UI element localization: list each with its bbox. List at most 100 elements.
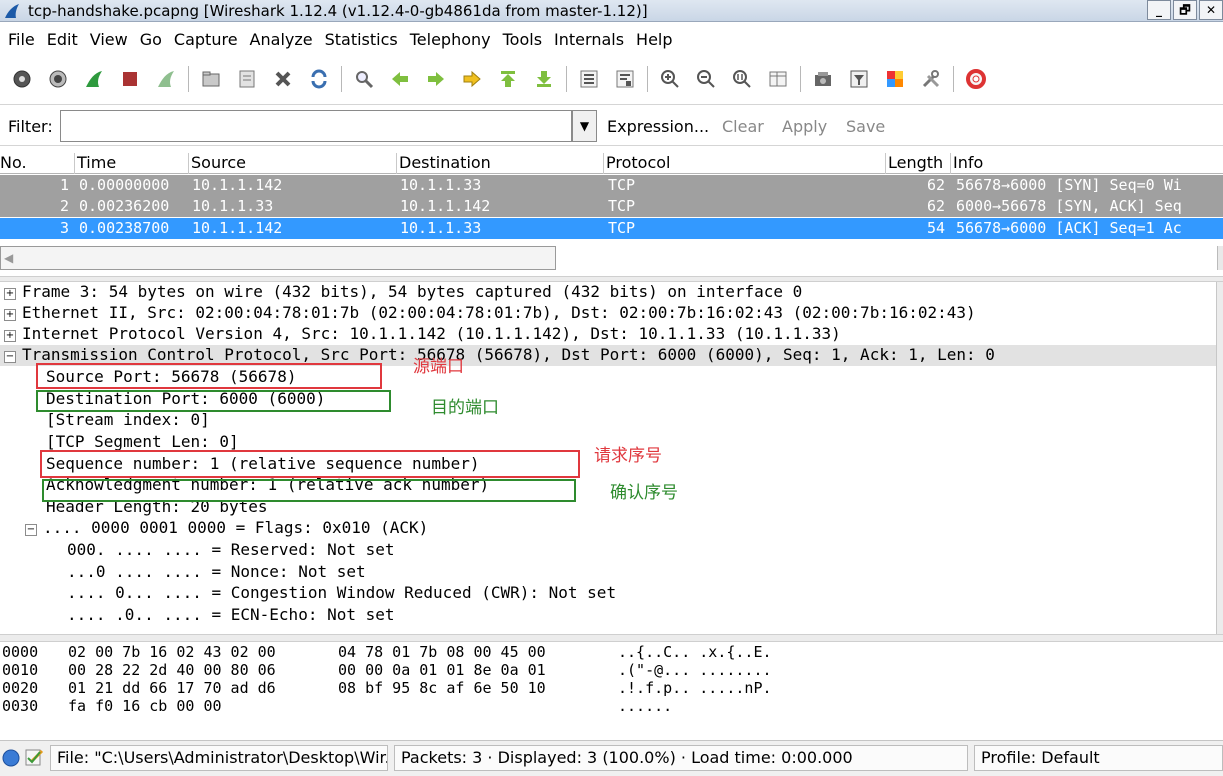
column-header-destination[interactable]: Destination — [396, 153, 491, 174]
column-header-source[interactable]: Source — [188, 153, 246, 174]
collapse-icon[interactable]: − — [4, 351, 16, 363]
cell-no: 2 — [60, 197, 70, 215]
menu-help[interactable]: Help — [636, 28, 672, 54]
open-file-icon[interactable] — [198, 66, 224, 92]
expand-icon[interactable]: + — [4, 288, 16, 300]
apply-button[interactable]: Apply — [782, 117, 827, 136]
menu-go[interactable]: Go — [140, 28, 162, 54]
cell-destination: 10.1.1.33 — [400, 176, 482, 194]
column-header-no[interactable]: No. — [0, 153, 27, 174]
wireshark-fin-icon — [5, 4, 19, 18]
tree-item-flags[interactable]: −.... 0000 0001 0000 = Flags: 0x010 (ACK… — [25, 518, 428, 539]
packet-row[interactable]: 2 0.00236200 10.1.1.33 10.1.1.142 TCP 62… — [0, 196, 1223, 217]
start-capture-icon[interactable] — [81, 66, 107, 92]
go-first-icon[interactable] — [495, 66, 521, 92]
go-last-icon[interactable] — [531, 66, 557, 92]
cell-length: 62 — [927, 197, 946, 215]
stop-capture-icon[interactable] — [117, 66, 143, 92]
reload-icon[interactable] — [306, 66, 332, 92]
packet-list-horizontal-scrollbar[interactable]: ◀ — [0, 246, 556, 270]
tree-item-label: Ethernet II, Src: 02:00:04:78:01:7b (02:… — [22, 303, 976, 322]
toolbar-separator — [800, 66, 801, 92]
toolbar-separator — [953, 66, 954, 92]
restart-capture-icon[interactable] — [153, 66, 179, 92]
menu-view[interactable]: View — [90, 28, 128, 54]
expert-info-icon[interactable] — [2, 749, 20, 767]
filter-input[interactable] — [60, 110, 572, 142]
bytes-hex: fa f0 16 cb 00 00 — [68, 697, 222, 715]
packet-row-selected[interactable]: 3 0.00238700 10.1.1.142 10.1.1.33 TCP 54… — [0, 218, 1223, 239]
filter-toolbar: Filter: ▼ Expression... Clear Apply Save — [0, 104, 1223, 146]
interface-list-icon[interactable] — [9, 66, 35, 92]
go-back-icon[interactable] — [387, 66, 413, 92]
resize-columns-icon[interactable] — [765, 66, 791, 92]
minimize-button[interactable]: _ — [1147, 0, 1171, 20]
cell-protocol: TCP — [608, 219, 636, 237]
close-file-icon[interactable] — [270, 66, 296, 92]
field-reserved[interactable]: 000. .... .... = Reserved: Not set — [67, 540, 395, 561]
column-header-time[interactable]: Time — [74, 153, 116, 174]
menu-telephony[interactable]: Telephony — [410, 28, 491, 54]
menu-analyze[interactable]: Analyze — [250, 28, 313, 54]
bytes-hex: 00 00 0a 01 01 8e 0a 01 — [338, 661, 546, 679]
restore-button[interactable]: 🗗 — [1173, 0, 1197, 20]
expression-button[interactable]: Expression... — [607, 117, 709, 136]
annotation-label-acknowledgment: 确认序号 — [610, 483, 678, 503]
capture-filters-icon[interactable] — [810, 66, 836, 92]
menu-tools[interactable]: Tools — [503, 28, 542, 54]
menu-statistics[interactable]: Statistics — [325, 28, 398, 54]
scroll-left-icon[interactable]: ◀ — [4, 251, 13, 265]
pane-splitter[interactable] — [0, 634, 1223, 642]
cell-time: 0.00238700 — [79, 219, 170, 237]
coloring-rules-icon[interactable] — [882, 66, 908, 92]
toolbar-separator — [647, 66, 648, 92]
display-filters-icon[interactable] — [846, 66, 872, 92]
packet-row[interactable]: 1 0.00000000 10.1.1.142 10.1.1.33 TCP 62… — [0, 175, 1223, 196]
tree-item-frame[interactable]: + Frame 3: 54 bytes on wire (432 bits), 5… — [4, 282, 802, 303]
field-stream-index[interactable]: [Stream index: 0] — [46, 410, 210, 431]
field-nonce[interactable]: ...0 .... .... = Nonce: Not set — [67, 562, 366, 583]
column-header-length[interactable]: Length — [885, 153, 943, 174]
help-icon[interactable] — [963, 66, 989, 92]
zoom-normal-icon[interactable] — [729, 66, 755, 92]
status-profile[interactable]: Profile: Default — [974, 745, 1223, 771]
clear-button[interactable]: Clear — [722, 117, 764, 136]
go-to-packet-icon[interactable] — [459, 66, 485, 92]
packet-list-header: No. Time Source Destination Protocol Len… — [0, 152, 1223, 174]
annotation-box-acknowledgment — [42, 479, 576, 502]
details-vertical-scrollbar[interactable] — [1216, 282, 1223, 634]
tree-item-ip[interactable]: + Internet Protocol Version 4, Src: 10.1.… — [4, 324, 841, 345]
tree-item-ethernet[interactable]: + Ethernet II, Src: 02:00:04:78:01:7b (02… — [4, 303, 976, 324]
close-button[interactable]: ✕ — [1199, 0, 1223, 20]
save-button[interactable]: Save — [846, 117, 885, 136]
expand-icon[interactable]: + — [4, 309, 16, 321]
menu-file[interactable]: File — [8, 28, 35, 54]
zoom-in-icon[interactable] — [657, 66, 683, 92]
bytes-ascii: .("-@... ........ — [618, 661, 772, 679]
zoom-out-icon[interactable] — [693, 66, 719, 92]
packet-list-vertical-scrollbar[interactable] — [1217, 246, 1223, 270]
column-header-protocol[interactable]: Protocol — [603, 153, 670, 174]
go-forward-icon[interactable] — [423, 66, 449, 92]
menu-internals[interactable]: Internals — [554, 28, 624, 54]
find-packet-icon[interactable] — [351, 66, 377, 92]
bytes-hex: 04 78 01 7b 08 00 45 00 — [338, 643, 546, 661]
menu-capture[interactable]: Capture — [174, 28, 238, 54]
field-cwr[interactable]: .... 0... .... = Congestion Window Reduc… — [67, 583, 616, 604]
capture-comment-icon[interactable] — [24, 747, 44, 767]
filter-dropdown-button[interactable]: ▼ — [572, 110, 597, 142]
capture-options-icon[interactable] — [45, 66, 71, 92]
menu-edit[interactable]: Edit — [47, 28, 78, 54]
collapse-icon[interactable]: − — [25, 524, 37, 536]
colorize-icon[interactable] — [576, 66, 602, 92]
column-header-info[interactable]: Info — [950, 153, 983, 174]
expand-icon[interactable]: + — [4, 330, 16, 342]
preferences-icon[interactable] — [918, 66, 944, 92]
autoscroll-icon[interactable] — [612, 66, 638, 92]
cell-destination: 10.1.1.33 — [400, 219, 482, 237]
field-ecn-echo[interactable]: .... .0.. .... = ECN-Echo: Not set — [67, 605, 395, 626]
bytes-hex: 01 21 dd 66 17 70 ad d6 — [68, 679, 276, 697]
tree-item-label: Frame 3: 54 bytes on wire (432 bits), 54… — [22, 282, 803, 301]
cell-info: 56678→6000 [ACK] Seq=1 Ac — [956, 219, 1182, 237]
save-file-icon[interactable] — [234, 66, 260, 92]
